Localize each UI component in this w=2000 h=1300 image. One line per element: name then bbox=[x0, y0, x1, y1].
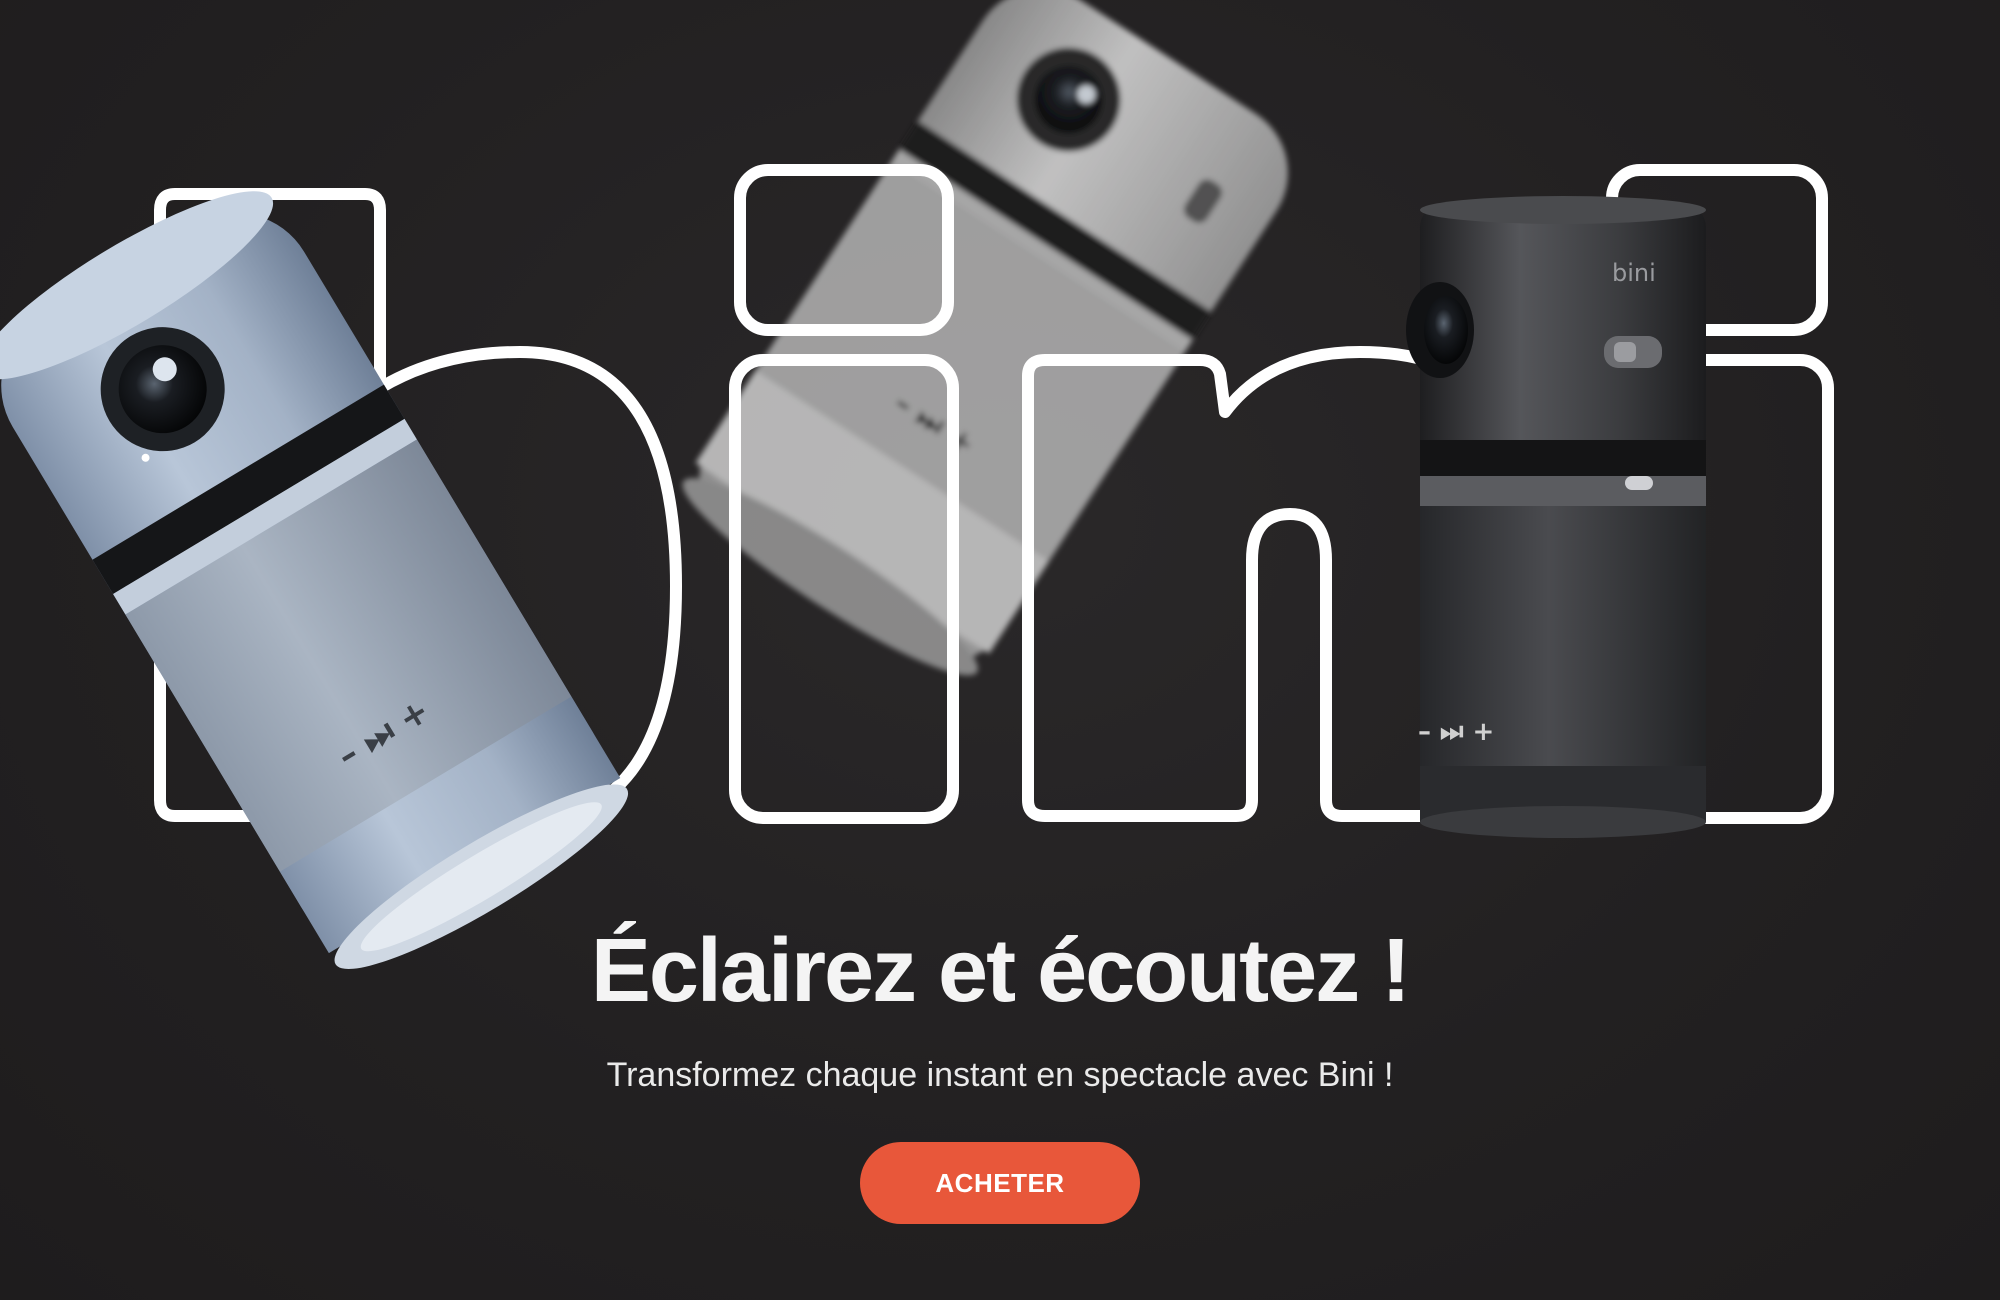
hero-illustration: – ⏭ + – ⏭ + bini – ⏭ + bbox=[0, 0, 1834, 970]
hero-subtitle: Transformez chaque instant en spectacle … bbox=[606, 1056, 1394, 1094]
white-projector: – ⏭ + bbox=[682, 0, 1288, 676]
svg-text:– ⏭ +: – ⏭ + bbox=[1418, 717, 1494, 747]
blue-projector: – ⏭ + bbox=[0, 191, 629, 970]
hero-section: – ⏭ + – ⏭ + bini – ⏭ + Éclairez et écout… bbox=[0, 0, 2000, 1300]
black-projector: bini – ⏭ + bbox=[1406, 196, 1706, 838]
buy-button[interactable]: ACHETER bbox=[860, 1142, 1140, 1224]
hero-headline: Éclairez et écoutez ! bbox=[590, 921, 1411, 1021]
black-projector-logo: bini bbox=[1612, 259, 1656, 287]
